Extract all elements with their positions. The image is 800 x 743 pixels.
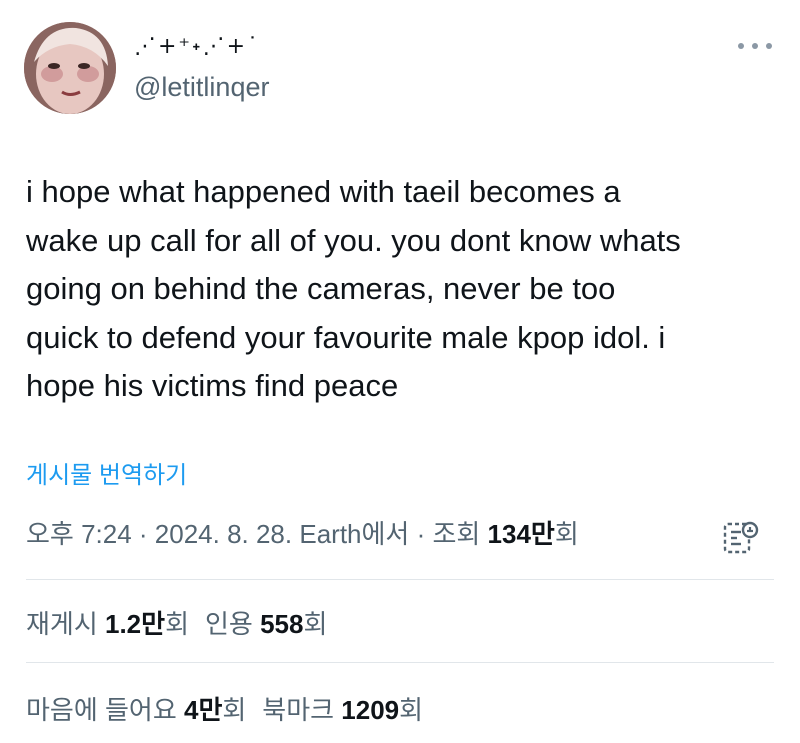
views-count: 134만 [487, 519, 555, 549]
separator: · [409, 519, 433, 549]
avatar[interactable] [24, 22, 116, 114]
retweets-suffix: 회 [165, 609, 189, 639]
quotes-stat[interactable]: 인용 558회 [205, 609, 327, 639]
retweets-label: 재게시 [26, 609, 98, 639]
likes-count: 4만 [183, 695, 223, 725]
quotes-count: 558 [260, 609, 304, 639]
display-name[interactable]: ⋰+⁺˖⋰+˙ [134, 34, 260, 59]
more-horizontal-icon[interactable] [738, 38, 772, 54]
analytics-icon[interactable] [722, 518, 760, 556]
tweet: ⋰+⁺˖⋰+˙ @letitlinqer i hope what happene… [0, 0, 800, 743]
dot [738, 43, 744, 49]
stats-row-engagement: 마음에 들어요 4만회 북마크 1209회 [26, 690, 423, 727]
bookmarks-stat[interactable]: 북마크 1209회 [262, 695, 423, 725]
likes-label: 마음에 들어요 [26, 695, 177, 725]
avatar-image [24, 22, 116, 114]
tweet-text: i hope what happened with taeil becomes … [26, 174, 681, 403]
divider [26, 579, 774, 580]
tweet-source: Earth에서 [299, 519, 410, 549]
bookmarks-label: 북마크 [262, 695, 335, 725]
retweets-stat[interactable]: 재게시 1.2만회 [26, 609, 189, 639]
likes-stat[interactable]: 마음에 들어요 4만회 [26, 695, 246, 725]
dot [766, 43, 772, 49]
bookmarks-suffix: 회 [399, 695, 424, 725]
tweet-time[interactable]: 오후 7:24 [26, 519, 132, 549]
dot [752, 43, 758, 49]
separator: · [131, 519, 155, 549]
quotes-label: 인용 [205, 609, 253, 639]
tweet-date[interactable]: 2024. 8. 28. [155, 519, 292, 549]
retweets-count: 1.2만 [105, 609, 166, 639]
quotes-suffix: 회 [303, 609, 328, 639]
tweet-meta: 오후 7:24 · 2024. 8. 28. Earth에서 · 조회 134만… [26, 514, 579, 551]
divider [26, 662, 774, 663]
stats-row-shares: 재게시 1.2만회 인용 558회 [26, 604, 327, 641]
bookmarks-count: 1209 [341, 695, 400, 725]
views-suffix: 회 [554, 519, 579, 549]
user-handle[interactable]: @letitlinqer [134, 72, 269, 103]
likes-suffix: 회 [222, 695, 247, 725]
translate-post-link[interactable]: 게시물 번역하기 [26, 455, 187, 490]
views-label: 조회 [432, 519, 481, 549]
